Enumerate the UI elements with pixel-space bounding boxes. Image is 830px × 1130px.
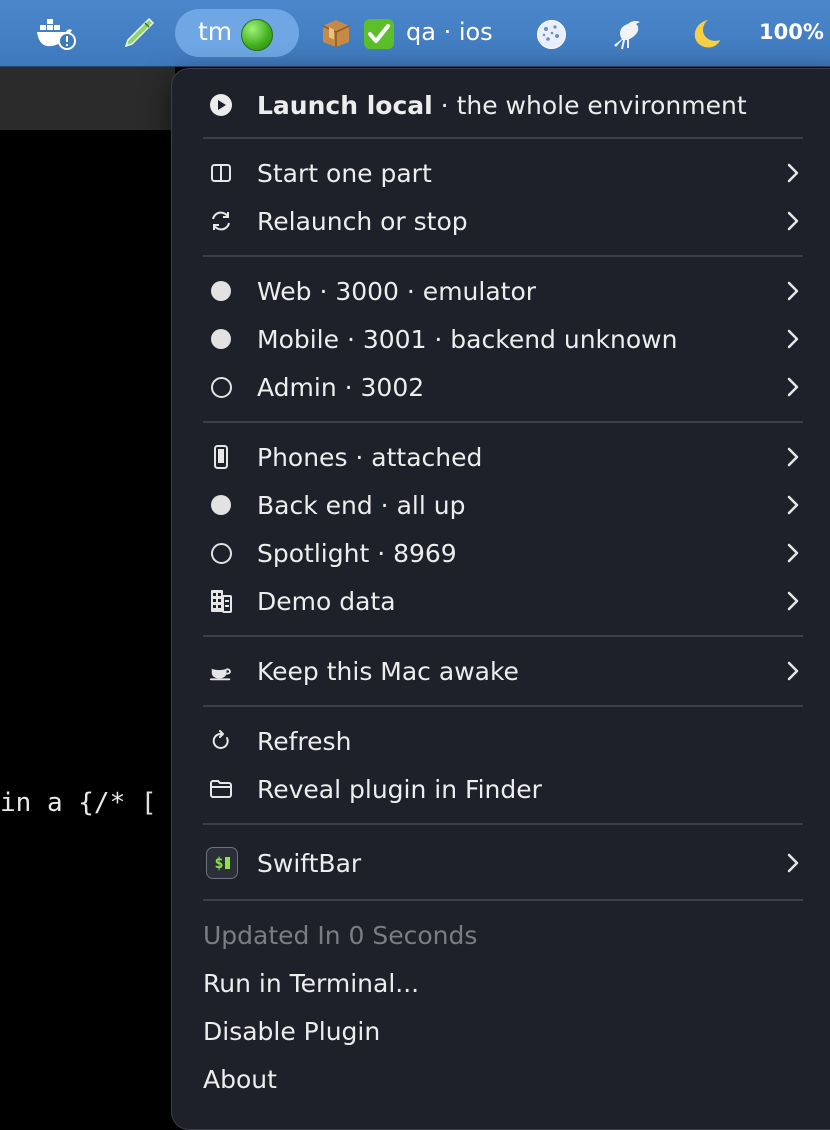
menu-item-mobile[interactable]: Mobile · 3001 · backend unknown [172, 317, 830, 361]
filled-dot-icon [209, 493, 233, 517]
menu-label: SwiftBar [257, 848, 362, 878]
play-circle-icon [209, 93, 233, 117]
chevron-right-icon [787, 853, 799, 873]
menu-item-demo-data[interactable]: Demo data [172, 579, 830, 623]
menu-label: Admin · 3002 [257, 372, 425, 402]
menu-label: Start one part [257, 158, 432, 188]
menu-item-phones[interactable]: Phones · attached [172, 435, 830, 479]
menu-label: Refresh [257, 726, 352, 756]
bird-icon[interactable] [610, 17, 646, 51]
split-view-icon [209, 161, 233, 185]
menu-item-back-end[interactable]: Back end · all up [172, 483, 830, 527]
coffee-cup-icon [209, 659, 233, 683]
menu-label: Relaunch or stop [257, 206, 468, 236]
updated-status-text: Updated In 0 Seconds [203, 921, 478, 950]
separator [203, 137, 803, 139]
cookie-icon[interactable] [536, 19, 567, 50]
chevron-right-icon [787, 163, 799, 183]
menu-item-reveal-in-finder[interactable]: Reveal plugin in Finder [172, 767, 830, 811]
menu-item-start-one-part[interactable]: Start one part [172, 151, 830, 195]
chevron-right-icon [787, 281, 799, 301]
menu-label: Back end · all up [257, 490, 466, 520]
swiftbar-app-icon: $ [206, 847, 238, 879]
building-icon [209, 589, 233, 613]
phone-icon [209, 445, 233, 469]
chevron-right-icon [787, 211, 799, 231]
menu-item-spotlight[interactable]: Spotlight · 8969 [172, 531, 830, 575]
filled-dot-icon [209, 279, 233, 303]
chevron-right-icon [787, 377, 799, 397]
menu-item-keep-mac-awake[interactable]: Keep this Mac awake [172, 649, 830, 693]
menu-item-launch-local[interactable]: Launch local · the whole environment [172, 83, 830, 127]
menu-label: Spotlight · 8969 [257, 538, 457, 568]
code-text: in a {/* [ [0, 788, 157, 818]
moon-icon[interactable] [688, 17, 722, 51]
chevron-right-icon [787, 495, 799, 515]
menu-bar: tm qa · ios 100% [0, 0, 830, 67]
menu-label: Phones · attached [257, 442, 483, 472]
filled-dot-icon [209, 327, 233, 351]
separator [203, 705, 803, 707]
menu-label: Demo data [257, 586, 396, 616]
box-icon[interactable] [320, 18, 352, 48]
menu-label: Keep this Mac awake [257, 656, 519, 686]
folder-icon [209, 777, 233, 801]
menu-item-web[interactable]: Web · 3000 · emulator [172, 269, 830, 313]
about-item[interactable]: About [203, 1065, 277, 1094]
qa-ios-label[interactable]: qa · ios [406, 18, 493, 46]
separator [203, 635, 803, 637]
separator [203, 823, 803, 825]
menu-label: Reveal plugin in Finder [257, 774, 542, 804]
empty-dot-icon [209, 541, 233, 565]
menu-item-refresh[interactable]: Refresh [172, 719, 830, 763]
menu-item-admin[interactable]: Admin · 3002 [172, 365, 830, 409]
disable-plugin-item[interactable]: Disable Plugin [203, 1017, 380, 1046]
docker-warning-icon[interactable] [36, 17, 78, 51]
tm-label: tm [198, 17, 233, 46]
chevron-right-icon [787, 661, 799, 681]
refresh-arrows-icon [209, 209, 233, 233]
chevron-right-icon [787, 591, 799, 611]
reload-icon [209, 729, 233, 753]
chevron-right-icon [787, 329, 799, 349]
separator [203, 255, 803, 257]
menu-label: Mobile · 3001 · backend unknown [257, 324, 678, 354]
swiftbar-dropdown-menu: Launch local · the whole environment Sta… [171, 68, 830, 1130]
checkmark-icon[interactable] [363, 18, 395, 50]
separator [203, 421, 803, 423]
run-in-terminal-item[interactable]: Run in Terminal... [203, 969, 419, 998]
separator [203, 899, 803, 901]
empty-dot-icon [209, 375, 233, 399]
green-status-icon [241, 19, 273, 51]
pencil-icon[interactable] [123, 17, 155, 49]
menu-item-relaunch-or-stop[interactable]: Relaunch or stop [172, 199, 830, 243]
background-editor [0, 130, 175, 1110]
menu-label: Web · 3000 · emulator [257, 276, 537, 306]
background-window-toolbar [0, 67, 175, 130]
battery-percentage[interactable]: 100% [759, 20, 824, 44]
tm-status-pill[interactable] [175, 9, 299, 57]
menu-item-swiftbar[interactable]: $ SwiftBar [172, 841, 830, 885]
chevron-right-icon [787, 447, 799, 467]
launch-local-label: Launch local · the whole environment [257, 90, 747, 120]
chevron-right-icon [787, 543, 799, 563]
